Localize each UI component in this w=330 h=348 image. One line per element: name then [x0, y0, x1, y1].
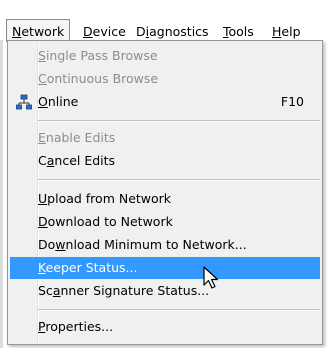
window-left-edge [0, 0, 3, 348]
menu-separator [38, 120, 320, 122]
menu-network-label: etwork [21, 24, 65, 39]
accel-key: C [38, 71, 47, 86]
menu-item-properties[interactable]: Properties... [10, 316, 320, 338]
menu-help-accel: H [272, 24, 282, 39]
menu-item-label: Upload from Network [38, 188, 171, 210]
network-icon [16, 94, 32, 110]
menu-item-label: Keeper Status... [38, 257, 137, 279]
menu-tools[interactable]: Tools [218, 22, 259, 42]
menu-item-label: Download to Network [38, 211, 173, 233]
shortcut-key: F10 [280, 94, 304, 109]
label-text: ontinuous Browse [46, 71, 159, 86]
menu-network-accel: N [12, 24, 22, 39]
menu-item-label: Cancel Edits [38, 150, 115, 172]
label-text: ownload to Network [47, 214, 173, 229]
label-pre: C [38, 153, 47, 168]
menu-item-download-minimum[interactable]: Download Minimum to Network... [10, 234, 320, 256]
menu-device-label: evice [92, 24, 126, 39]
accel-key: E [38, 130, 46, 145]
menu-help[interactable]: Help [267, 22, 306, 42]
menu-item-label: Download Minimum to Network... [38, 234, 247, 256]
label-text: pload from Network [47, 191, 172, 206]
menu-item-label: Continuous Browse [38, 68, 158, 90]
menu-bar: Network Device Diagnostics Tools Help [0, 0, 330, 42]
menu-item-label: Online [38, 91, 78, 113]
menu-tools-label: ools [228, 24, 254, 39]
label-text: ingle Pass Browse [45, 48, 158, 63]
label-text: roperties... [45, 319, 114, 334]
menu-item-cancel-edits[interactable]: Cancel Edits [10, 150, 320, 172]
accel-key: K [38, 260, 46, 275]
menu-diagnostics-label: agnostics [149, 24, 209, 39]
menu-item-continuous-browse[interactable]: Continuous Browse [10, 68, 320, 90]
menu-item-label: Scanner Signature Status... [38, 280, 209, 302]
label-text: nable Edits [45, 130, 116, 145]
label-pre: Sc [38, 283, 53, 298]
menu-item-label: Properties... [38, 316, 113, 338]
menu-item-label: Single Pass Browse [38, 45, 158, 67]
accel-key: S [38, 48, 46, 63]
menu-device-accel: D [83, 24, 93, 39]
accel-key: D [38, 214, 48, 229]
menu-separator [38, 179, 320, 181]
network-dropdown-menu: Single Pass Browse Continuous Browse Onl… [7, 40, 323, 345]
menu-item-download-to-network[interactable]: Download to Network [10, 211, 320, 233]
menu-device[interactable]: Device [78, 22, 131, 42]
accel-key: U [38, 191, 48, 206]
menu-item-keeper-status[interactable]: Keeper Status... [10, 257, 320, 279]
label-text: ncel Edits [54, 153, 116, 168]
menu-item-single-pass-browse[interactable]: Single Pass Browse [10, 45, 320, 67]
label-text: nload Minimum to Network... [65, 237, 247, 252]
label-text: nner Signature Status... [60, 283, 210, 298]
accel-key: w [55, 237, 66, 252]
label-text: eeper Status... [45, 260, 138, 275]
menu-item-online[interactable]: Online F10 [10, 91, 320, 113]
menu-diagnostics[interactable]: Diagnostics [131, 22, 214, 42]
menu-diagnostics-pre: D [136, 24, 146, 39]
menu-network[interactable]: Network [6, 19, 71, 42]
label-pre: Do [38, 237, 56, 252]
menu-item-enable-edits[interactable]: Enable Edits [10, 127, 320, 149]
accel-key: O [38, 94, 48, 109]
menu-item-label: Enable Edits [38, 127, 115, 149]
menu-item-scanner-signature-status[interactable]: Scanner Signature Status... [10, 280, 320, 302]
mouse-pointer-icon [203, 266, 219, 289]
menu-item-upload-from-network[interactable]: Upload from Network [10, 188, 320, 210]
menu-separator [38, 309, 320, 311]
menu-help-label: elp [281, 24, 301, 39]
label-text: nline [47, 94, 79, 109]
